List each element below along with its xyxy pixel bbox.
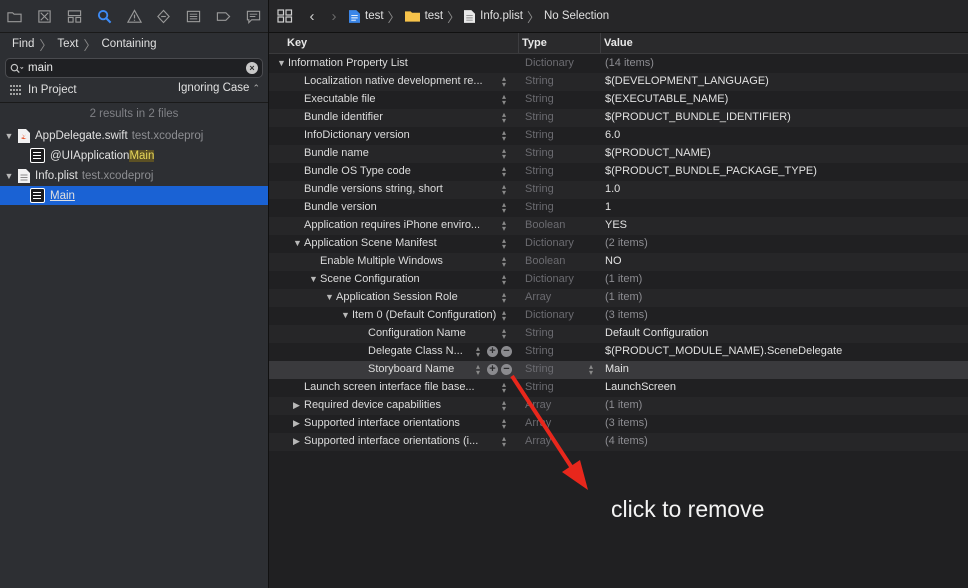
arrow-line [510, 374, 574, 470]
arrow-head [562, 460, 588, 490]
annotation-label: click to remove [611, 496, 765, 522]
annotation-arrow [510, 374, 588, 490]
